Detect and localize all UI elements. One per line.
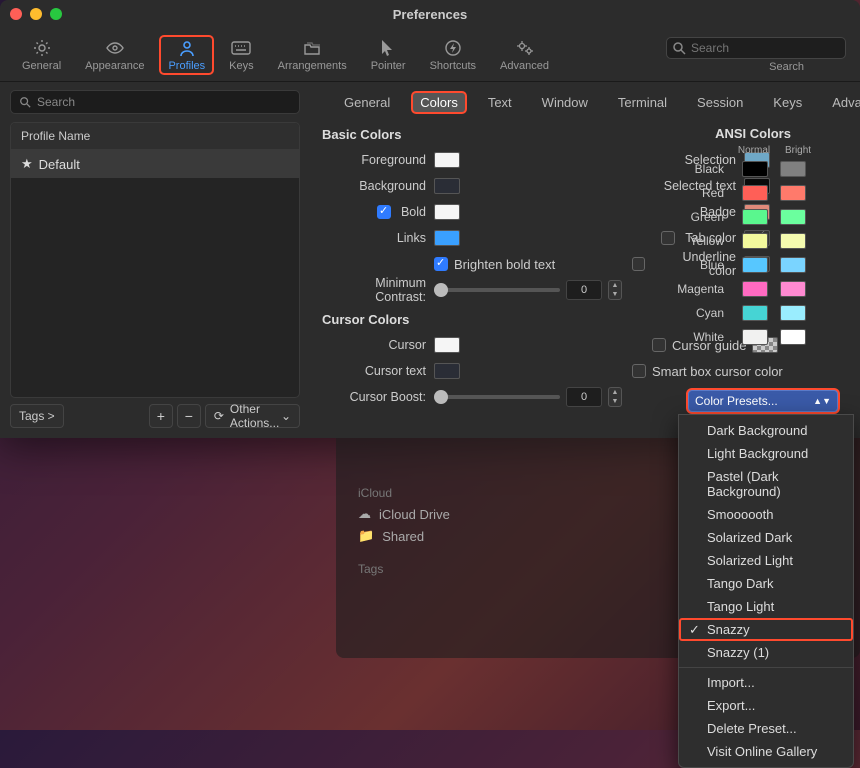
cursor-color-swatch[interactable]	[434, 337, 460, 353]
ansi-black-normal-swatch[interactable]	[742, 161, 768, 177]
preset-option-solarized-light[interactable]: Solarized Light	[679, 549, 853, 572]
ansi-yellow-normal-swatch[interactable]	[742, 233, 768, 249]
gears-icon	[515, 38, 535, 58]
min-contrast-slider[interactable]: ▲▼	[434, 280, 622, 300]
profiles-list-header: Profile Name	[11, 123, 299, 150]
add-profile-button[interactable]: +	[149, 404, 173, 428]
preset-option-pastel-dark-background-[interactable]: Pastel (Dark Background)	[679, 465, 853, 503]
profiles-list: Profile Name ★Default	[10, 122, 300, 398]
eye-icon	[105, 38, 125, 58]
other-actions-dropdown[interactable]: ⟳Other Actions...⌄	[205, 404, 300, 428]
sidebar-search[interactable]: Search	[10, 90, 300, 114]
folder-icon: 📁	[358, 528, 374, 544]
toolbar-search: Search	[666, 37, 846, 73]
ansi-green-normal-swatch[interactable]	[742, 209, 768, 225]
preset-option-export-[interactable]: Export...	[679, 694, 853, 717]
smart-box-checkbox[interactable]	[632, 364, 646, 378]
ansi-red-normal-swatch[interactable]	[742, 185, 768, 201]
ansi-blue-normal-swatch[interactable]	[742, 257, 768, 273]
cursor-boost-stepper[interactable]: ▲▼	[608, 387, 622, 407]
gear-icon	[32, 38, 52, 58]
folders-icon	[302, 38, 322, 58]
profiles-sidebar: Search Profile Name ★Default Tags > + − …	[0, 82, 310, 438]
toolbar-profiles[interactable]: Profiles	[160, 36, 213, 74]
min-contrast-stepper[interactable]: ▲▼	[608, 280, 622, 300]
chevron-up-down-icon: ▲▼	[813, 396, 831, 406]
toolbar-appearance[interactable]: Appearance	[77, 36, 152, 74]
toolbar-search-input[interactable]	[666, 37, 846, 59]
tab-advanced[interactable]: Advanced	[824, 92, 860, 113]
bolt-icon	[443, 38, 463, 58]
toolbar-advanced[interactable]: Advanced	[492, 36, 557, 74]
toolbar-shortcuts[interactable]: Shortcuts	[422, 36, 484, 74]
sync-icon: ⟳	[214, 409, 224, 423]
preset-option-snazzy-1-[interactable]: Snazzy (1)	[679, 641, 853, 664]
ansi-colors-panel: ANSI Colors NormalBright BlackRedGreenYe…	[668, 126, 838, 348]
background-color-swatch[interactable]	[434, 178, 460, 194]
preset-option-light-background[interactable]: Light Background	[679, 442, 853, 465]
ansi-green-bright-swatch[interactable]	[780, 209, 806, 225]
underline-color-checkbox[interactable]	[632, 257, 645, 271]
preset-option-delete-preset-[interactable]: Delete Preset...	[679, 717, 853, 740]
color-presets-menu: Dark BackgroundLight BackgroundPastel (D…	[678, 414, 854, 768]
color-presets-dropdown[interactable]: Color Presets...▲▼	[688, 390, 838, 412]
ansi-blue-bright-swatch[interactable]	[780, 257, 806, 273]
tab-text[interactable]: Text	[480, 92, 520, 113]
preset-option-tango-dark[interactable]: Tango Dark	[679, 572, 853, 595]
ansi-magenta-normal-swatch[interactable]	[742, 281, 768, 297]
tab-colors[interactable]: Colors	[412, 92, 466, 113]
search-icon	[672, 41, 686, 55]
bold-color-swatch[interactable]	[434, 204, 460, 220]
toolbar-general[interactable]: General	[14, 36, 69, 74]
remove-profile-button[interactable]: −	[177, 404, 201, 428]
tab-terminal[interactable]: Terminal	[610, 92, 675, 113]
min-contrast-value[interactable]	[566, 280, 602, 300]
cursor-text-color-swatch[interactable]	[434, 363, 460, 379]
cursor-icon	[378, 38, 398, 58]
preset-option-snazzy[interactable]: Snazzy	[679, 618, 853, 641]
ansi-yellow-bright-swatch[interactable]	[780, 233, 806, 249]
ansi-white-normal-swatch[interactable]	[742, 329, 768, 345]
ansi-red-bright-swatch[interactable]	[780, 185, 806, 201]
preset-option-visit-online-gallery[interactable]: Visit Online Gallery	[679, 740, 853, 763]
search-icon	[19, 96, 31, 108]
foreground-color-swatch[interactable]	[434, 152, 460, 168]
cursor-boost-slider[interactable]: ▲▼	[434, 387, 622, 407]
toolbar: General Appearance Profiles Keys Arrange…	[0, 28, 860, 82]
keyboard-icon	[231, 38, 251, 58]
tab-window[interactable]: Window	[534, 92, 596, 113]
ansi-magenta-bright-swatch[interactable]	[780, 281, 806, 297]
person-icon	[177, 38, 197, 58]
cloud-icon: ☁︎	[358, 506, 371, 522]
tab-keys[interactable]: Keys	[765, 92, 810, 113]
preset-option-tango-light[interactable]: Tango Light	[679, 595, 853, 618]
tags-dropdown[interactable]: Tags >	[10, 404, 64, 428]
ansi-cyan-bright-swatch[interactable]	[780, 305, 806, 321]
toolbar-keys[interactable]: Keys	[221, 36, 261, 74]
profile-tabs: General Colors Text Window Terminal Sess…	[322, 88, 848, 123]
links-color-swatch[interactable]	[434, 230, 460, 246]
preset-option-dark-background[interactable]: Dark Background	[679, 419, 853, 442]
tab-general[interactable]: General	[336, 92, 398, 113]
preferences-window: Preferences General Appearance Profiles …	[0, 0, 860, 438]
profile-item-default[interactable]: ★Default	[11, 150, 299, 178]
chevron-down-icon: ⌄	[281, 409, 291, 423]
toolbar-arrangements[interactable]: Arrangements	[270, 36, 355, 74]
cursor-guide-checkbox[interactable]	[652, 338, 666, 352]
preset-option-smoooooth[interactable]: Smoooooth	[679, 503, 853, 526]
preset-option-solarized-dark[interactable]: Solarized Dark	[679, 526, 853, 549]
brighten-bold-checkbox[interactable]	[434, 257, 448, 271]
titlebar: Preferences	[0, 0, 860, 28]
ansi-white-bright-swatch[interactable]	[780, 329, 806, 345]
ansi-cyan-normal-swatch[interactable]	[742, 305, 768, 321]
ansi-black-bright-swatch[interactable]	[780, 161, 806, 177]
tab-session[interactable]: Session	[689, 92, 751, 113]
bold-checkbox[interactable]	[377, 205, 391, 219]
star-icon: ★	[21, 156, 33, 172]
cursor-boost-value[interactable]	[566, 387, 602, 407]
preset-option-import-[interactable]: Import...	[679, 667, 853, 694]
toolbar-pointer[interactable]: Pointer	[363, 36, 414, 74]
window-title: Preferences	[0, 7, 860, 22]
